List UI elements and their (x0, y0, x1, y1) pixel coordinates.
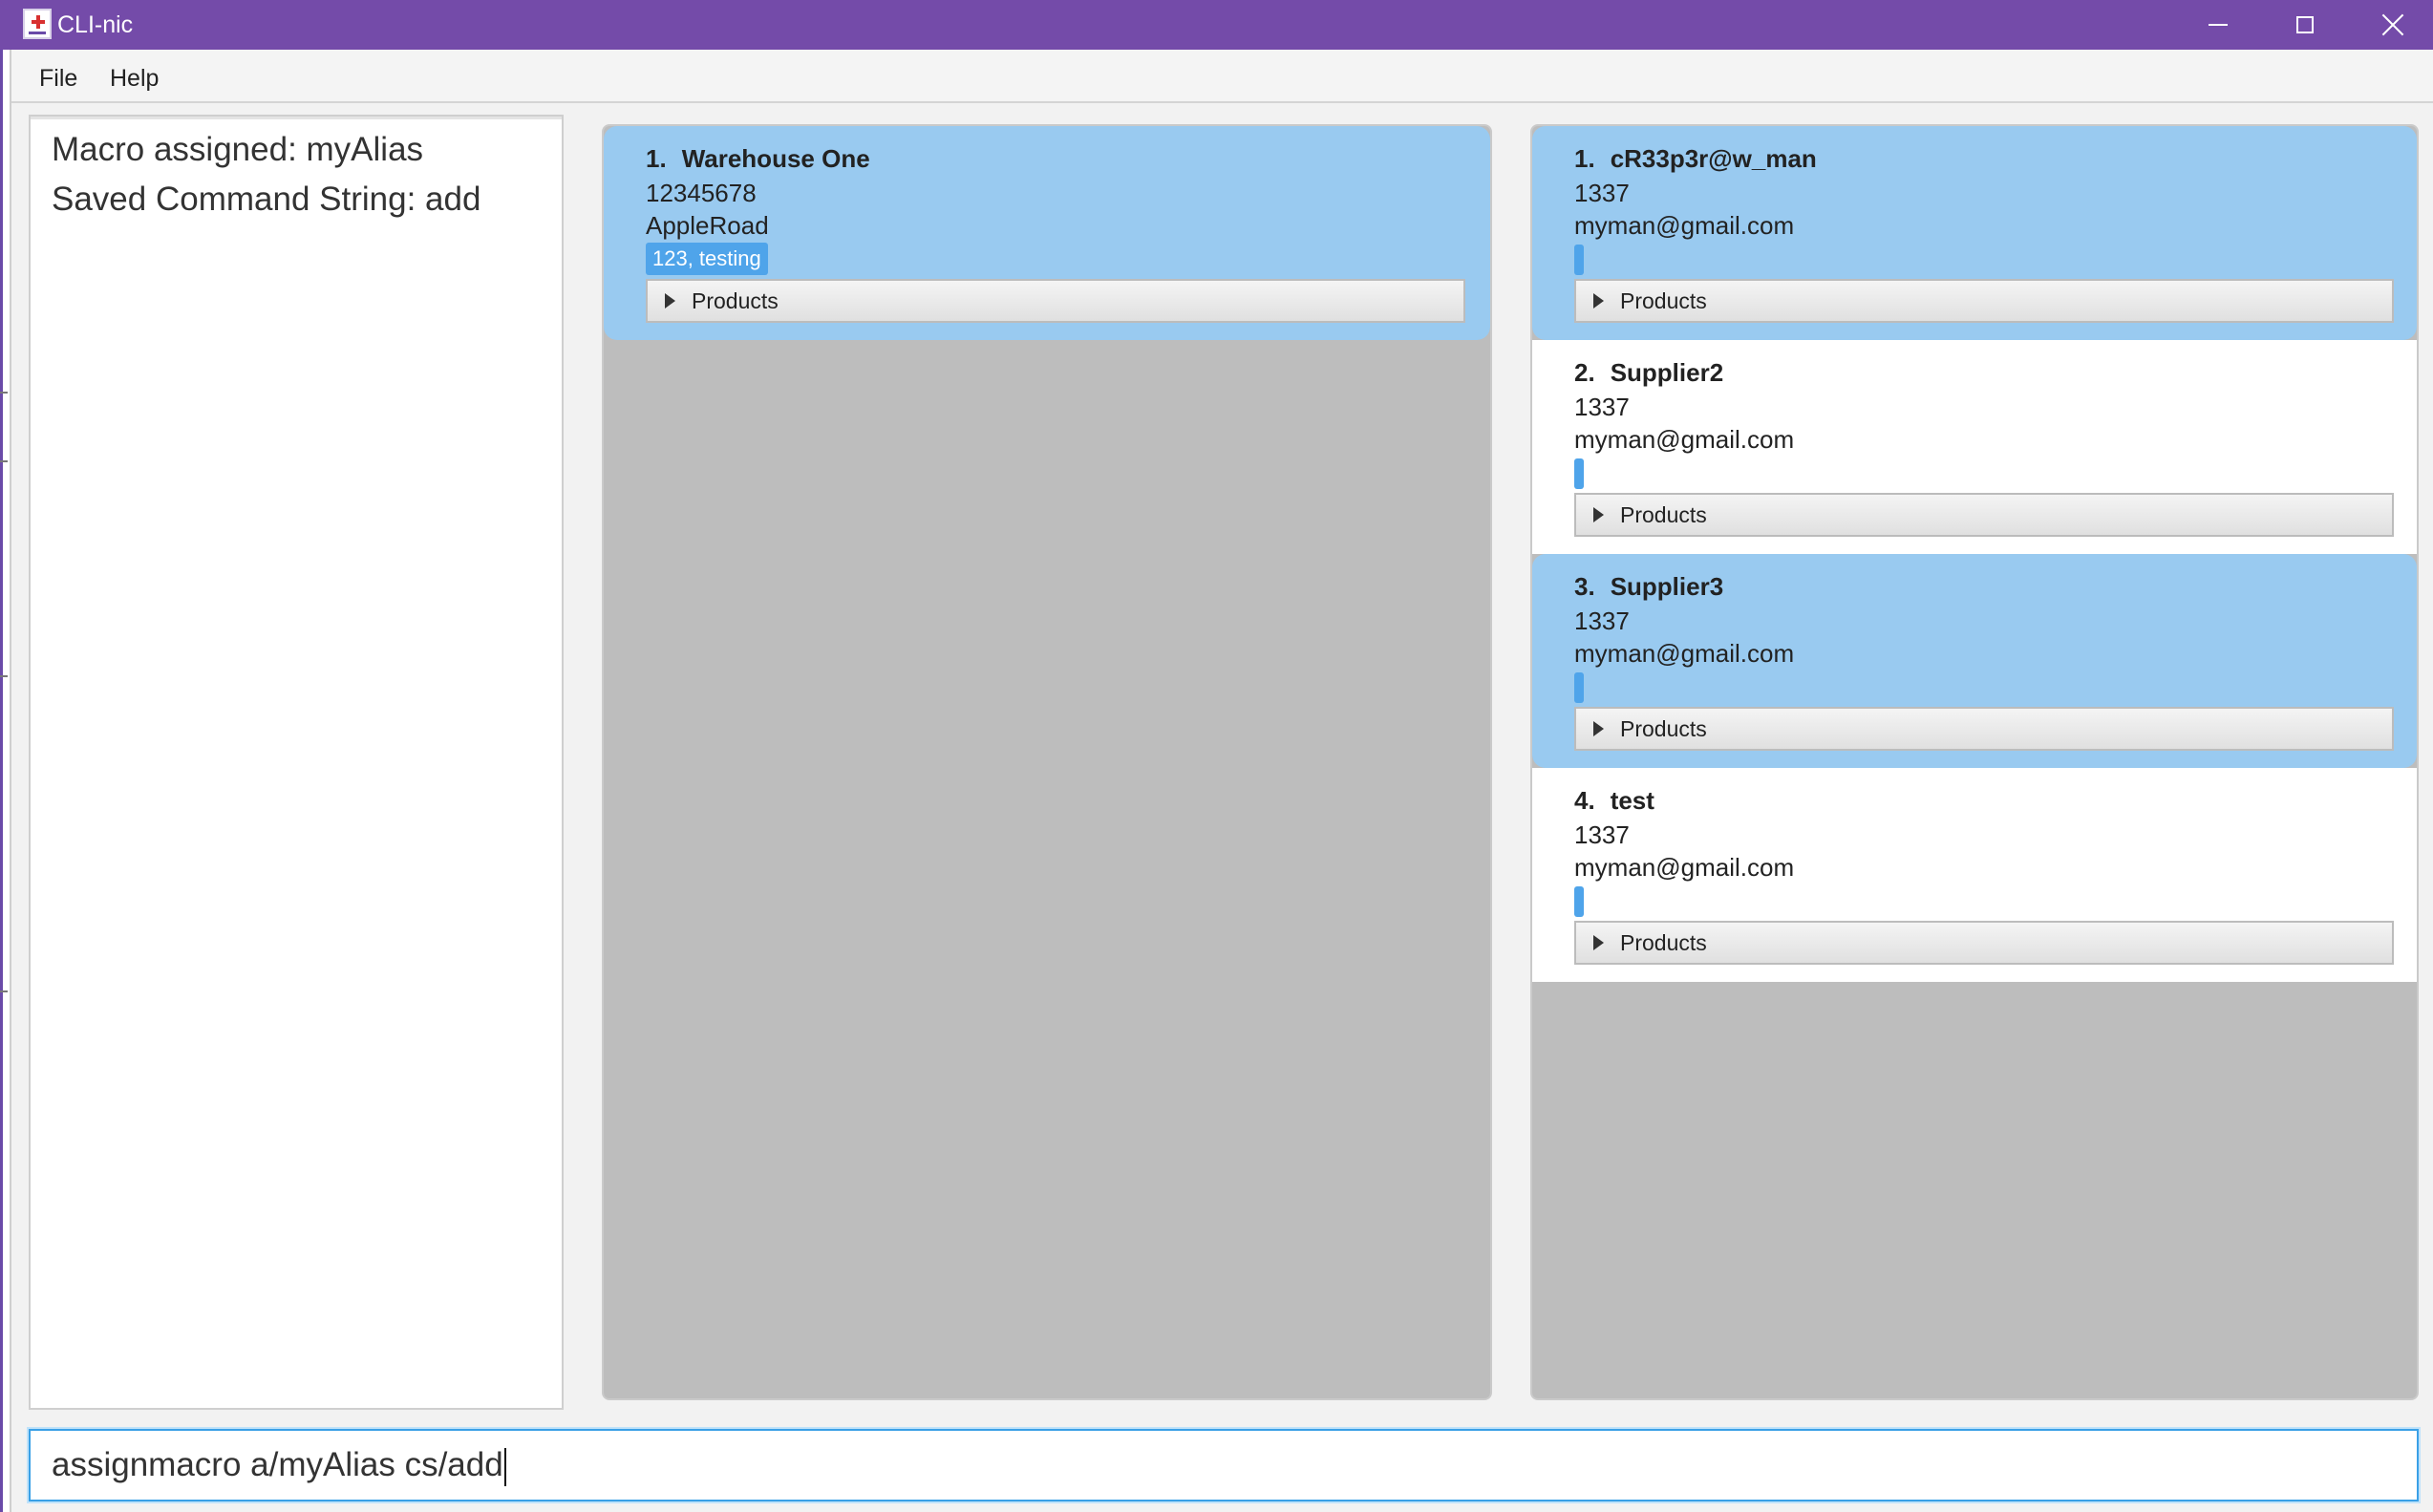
products-label: Products (692, 288, 779, 313)
products-toggle[interactable]: Products (1574, 279, 2394, 323)
minimize-icon (2209, 24, 2228, 26)
supplier-email: myman@gmail.com (1574, 425, 1795, 454)
warehouse-card[interactable]: 1. Warehouse One 12345678 AppleRoad 123, … (604, 126, 1490, 340)
supplier-name: 4. test (1574, 785, 1654, 816)
card-index: 3. (1574, 572, 1595, 601)
warehouse-address: AppleRoad (646, 211, 769, 240)
supplier-name-text: test (1610, 786, 1654, 815)
background-window-mark (0, 675, 8, 677)
products-toggle[interactable]: Products (1574, 921, 2394, 965)
expand-arrow-icon (1593, 507, 1604, 522)
command-input[interactable]: assignmacro a/myAlias cs/add (29, 1429, 2419, 1501)
warehouse-phone: 12345678 (646, 179, 757, 207)
card-index: 2. (1574, 358, 1595, 387)
close-button[interactable] (2349, 0, 2433, 50)
products-toggle[interactable]: Products (1574, 493, 2394, 537)
warehouse-tag: 123, testing (646, 243, 768, 275)
expand-arrow-icon (1593, 935, 1604, 950)
minimize-button[interactable] (2174, 0, 2262, 50)
supplier-email: myman@gmail.com (1574, 639, 1795, 668)
supplier-card[interactable]: 2. Supplier2 1337 myman@gmail.com Product… (1532, 340, 2417, 554)
supplier-tag-empty (1574, 672, 1584, 703)
supplier-name: 2. Supplier2 (1574, 357, 1723, 388)
app-logo-icon (23, 9, 52, 39)
menu-file[interactable]: File (39, 64, 77, 93)
warehouse-name: 1. Warehouse One (646, 143, 870, 174)
title-bar[interactable]: CLI-nic (0, 0, 2433, 50)
background-window-mark (0, 460, 8, 462)
supplier-email: myman@gmail.com (1574, 211, 1795, 240)
supplier-email: myman@gmail.com (1574, 853, 1795, 882)
expand-arrow-icon (1593, 293, 1604, 309)
command-value: assignmacro a/myAlias cs/add (52, 1446, 503, 1483)
warehouse-name-text: Warehouse One (681, 144, 870, 173)
expand-arrow-icon (1593, 721, 1604, 736)
products-label: Products (1620, 502, 1707, 527)
supplier-tag-empty (1574, 886, 1584, 917)
result-message-line: Macro assigned: myAlias (52, 131, 424, 168)
background-window-mark (0, 392, 8, 394)
expand-arrow-icon (665, 293, 675, 309)
supplier-name-text: Supplier2 (1610, 358, 1724, 387)
menu-help[interactable]: Help (110, 64, 159, 93)
window-title: CLI-nic (57, 11, 134, 38)
products-toggle[interactable]: Products (646, 279, 1465, 323)
text-caret (503, 1447, 506, 1486)
products-toggle[interactable]: Products (1574, 707, 2394, 751)
supplier-card[interactable]: 4. test 1337 myman@gmail.com Products (1532, 768, 2417, 982)
warehouse-list[interactable]: 1. Warehouse One 12345678 AppleRoad 123, … (602, 124, 1492, 1400)
command-input-text: assignmacro a/myAlias cs/add (52, 1445, 506, 1486)
card-index: 4. (1574, 786, 1595, 815)
products-label: Products (1620, 716, 1707, 741)
supplier-tag-empty (1574, 458, 1584, 489)
supplier-card[interactable]: 3. Supplier3 1337 myman@gmail.com Product… (1532, 554, 2417, 768)
background-window-accent (0, 50, 3, 1512)
products-label: Products (1620, 288, 1707, 313)
close-icon (2381, 13, 2404, 36)
background-window-edge (0, 50, 11, 1512)
supplier-phone: 1337 (1574, 393, 1630, 421)
menu-bar: File Help (11, 50, 2433, 103)
products-label: Products (1620, 930, 1707, 955)
supplier-name-text: cR33p3r@w_man (1610, 144, 1817, 173)
card-index: 1. (1574, 144, 1595, 173)
maximize-button[interactable] (2261, 0, 2349, 50)
supplier-phone: 1337 (1574, 607, 1630, 635)
result-display[interactable]: Macro assigned: myAlias Saved Command St… (29, 115, 564, 1410)
supplier-name: 3. Supplier3 (1574, 571, 1723, 602)
supplier-card[interactable]: 1. cR33p3r@w_man 1337 myman@gmail.com Pro… (1532, 126, 2417, 340)
maximize-icon (2296, 16, 2314, 33)
card-index: 1. (646, 144, 667, 173)
supplier-phone: 1337 (1574, 820, 1630, 849)
supplier-phone: 1337 (1574, 179, 1630, 207)
supplier-name: 1. cR33p3r@w_man (1574, 143, 1817, 174)
result-message-line: Saved Command String: add (52, 181, 481, 218)
supplier-name-text: Supplier3 (1610, 572, 1724, 601)
supplier-tag-empty (1574, 245, 1584, 275)
background-window-mark (0, 990, 8, 992)
supplier-list[interactable]: 1. cR33p3r@w_man 1337 myman@gmail.com Pro… (1530, 124, 2419, 1400)
